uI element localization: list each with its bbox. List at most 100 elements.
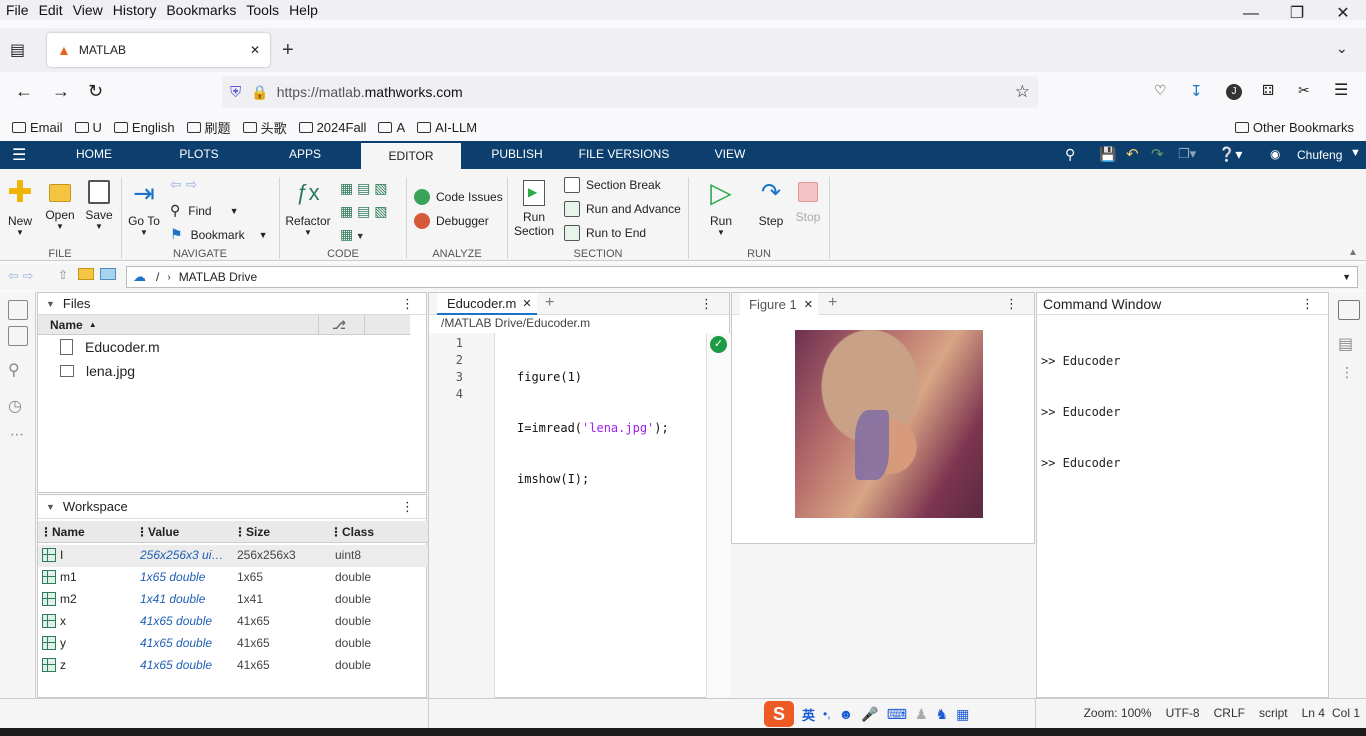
col-value[interactable]: ⋮Value [136,525,179,539]
nav-back-forward-icons[interactable]: ⇦ ⇨ [170,176,197,193]
collapse-toolstrip-icon[interactable]: ▲ [1348,247,1358,258]
git-branch-icon[interactable]: ⎇ [332,318,346,332]
run-section-button[interactable]: ▶ Run Section [512,178,556,238]
code-tools-icons[interactable]: ▦ ▤ ▧ ▦ ▤ ▧ ▦ ▼ [340,177,387,248]
new-tab-icon[interactable]: + [282,39,294,62]
code-area[interactable]: figure(1) I=imread('lena.jpg'); imshow(I… [517,335,669,573]
save-button[interactable]: Save ▼ [82,178,116,231]
path-root[interactable]: / [156,270,159,284]
menu-edit[interactable]: Edit [39,2,63,18]
keyboard-icon[interactable]: ⌨ [887,706,907,723]
workspace-panel-icon[interactable] [8,326,28,346]
code-issues-button[interactable]: Code Issues [414,189,503,205]
tab-plots[interactable]: PLOTS [168,141,230,169]
shield-icon[interactable]: ⛨ [230,84,241,101]
bookmark-2024fall[interactable]: 2024Fall [298,120,366,135]
browse-folder-icon[interactable] [78,268,94,280]
figure-menu-icon[interactable]: ⋮ [1005,296,1018,312]
bookmark-a[interactable]: A [378,120,405,135]
step-button[interactable]: ↷ Step [754,178,788,228]
bookmark-button[interactable]: ⚑ Bookmark ▼ [170,226,268,243]
list-all-tabs-icon[interactable]: ⌄ [1336,40,1348,57]
encoding[interactable]: UTF-8 [1166,706,1200,720]
tab-list-icon[interactable]: ▤ [10,40,25,60]
reload-icon[interactable]: ↻ [88,81,103,102]
skin-icon[interactable]: ♞ [936,706,949,723]
bookmark-touge[interactable]: 头歌 [242,118,287,137]
stop-button[interactable]: Stop [792,178,824,224]
col-name[interactable]: ⋮Name [40,525,85,539]
downloads-icon[interactable]: ↧ [1190,82,1203,100]
menu-view[interactable]: View [73,2,103,18]
path-folder[interactable]: MATLAB Drive [179,270,257,284]
file-item-lena[interactable]: lena.jpg [60,363,135,379]
extensions-icon[interactable]: ⚃ [1262,82,1274,99]
run-to-end-button[interactable]: Run to End [564,225,646,241]
close-tab-icon[interactable]: ✕ [804,298,813,311]
files-menu-icon[interactable]: ⋮ [401,296,414,312]
run-advance-button[interactable]: Run and Advance [564,201,681,217]
col-class[interactable]: ⋮Class [330,525,374,539]
tab-file-versions[interactable]: FILE VERSIONS [576,141,672,169]
editor-tab-educoder[interactable]: Educoder.m ✕ [437,293,537,315]
account-icon[interactable]: J [1226,84,1242,100]
refactor-button[interactable]: ƒx Refactor ▼ [284,178,332,237]
pocket-icon[interactable]: ♡ [1154,82,1167,99]
tab-editor[interactable]: EDITOR [361,141,461,169]
close-window-icon[interactable]: ✕ [1320,0,1366,28]
screenshot-icon[interactable]: ✂ [1298,82,1310,99]
windows-icon[interactable]: ❐▾ [1178,146,1196,162]
file-item-educoder[interactable]: Educoder.m [60,339,160,355]
goto-button[interactable]: ⇥ Go To ▼ [126,178,162,237]
new-tab-icon[interactable]: + [828,294,837,312]
current-folder-path[interactable]: ☁ / › MATLAB Drive ▼ [126,266,1358,288]
run-button[interactable]: ▷ Run ▼ [704,178,738,238]
nav-arrows-icon[interactable]: ⇦ ⇨ [8,268,33,284]
debugger-button[interactable]: Debugger [414,213,489,229]
bookmark-shuati[interactable]: 刷题 [186,118,231,137]
col-size[interactable]: ⋮Size [234,525,270,539]
bookmark-email[interactable]: Email [12,120,63,135]
tab-view[interactable]: VIEW [704,141,756,169]
minimize-icon[interactable]: — [1228,0,1274,28]
user-menu-icon[interactable]: ▼ [1350,147,1361,159]
new-tab-icon[interactable]: + [545,294,554,312]
more-icon[interactable]: ⋮ [1340,364,1366,381]
files-panel-icon[interactable] [8,300,28,320]
doc-icon[interactable]: ▤ [1338,334,1366,354]
menu-file[interactable]: File [6,2,29,18]
lock-icon[interactable]: 🔒 [251,84,268,101]
menu-history[interactable]: History [113,2,157,18]
table-row[interactable]: m2 1x41 double 1x41 double [38,589,428,611]
grid-icon[interactable]: ▦ [956,706,969,723]
tab-publish[interactable]: PUBLISH [480,141,554,169]
ime-lang[interactable]: 英 [802,705,815,724]
menu-bookmarks[interactable]: Bookmarks [166,2,236,18]
chevron-down-icon[interactable]: ▼ [1342,272,1351,282]
command-output[interactable]: >> Educoder >> Educoder >> Educoder [1041,319,1120,506]
table-row[interactable]: z 41x65 double 41x65 double [38,655,428,677]
files-column-header[interactable]: Name ▲ ⎇ [38,315,410,335]
table-row[interactable]: y 41x65 double 41x65 double [38,633,428,655]
forward-icon[interactable]: → [52,81,70,102]
ime-toolbar[interactable]: S 英 •, ☻ 🎤 ⌨ ♟ ♞ ▦ [764,699,969,729]
microphone-icon[interactable]: 🎤 [861,706,878,723]
zoom-level[interactable]: Zoom: 100% [1084,706,1152,720]
cloud-folder-icon[interactable] [100,268,116,280]
hamburger-icon[interactable]: ☰ [12,145,26,165]
close-tab-icon[interactable]: ✕ [522,297,531,310]
user-name[interactable]: Chufeng [1297,148,1342,162]
punctuation-icon[interactable]: •, [823,707,831,721]
new-button[interactable]: ✚ New ▼ [4,178,36,238]
find-button[interactable]: ⚲ Find ▼ [170,202,239,219]
bookmark-star-icon[interactable]: ☆ [1015,82,1030,102]
back-icon[interactable]: ← [15,81,33,102]
panel-layout-icon[interactable] [1338,300,1360,320]
command-menu-icon[interactable]: ⋮ [1301,296,1314,312]
more-icon[interactable]: ⋯ [10,426,35,443]
save-quick-icon[interactable]: 💾 [1099,146,1116,163]
tab-home[interactable]: HOME [62,141,126,169]
history-icon[interactable]: ◷ [8,396,35,416]
workspace-menu-icon[interactable]: ⋮ [401,499,414,515]
editor-menu-icon[interactable]: ⋮ [700,296,713,312]
